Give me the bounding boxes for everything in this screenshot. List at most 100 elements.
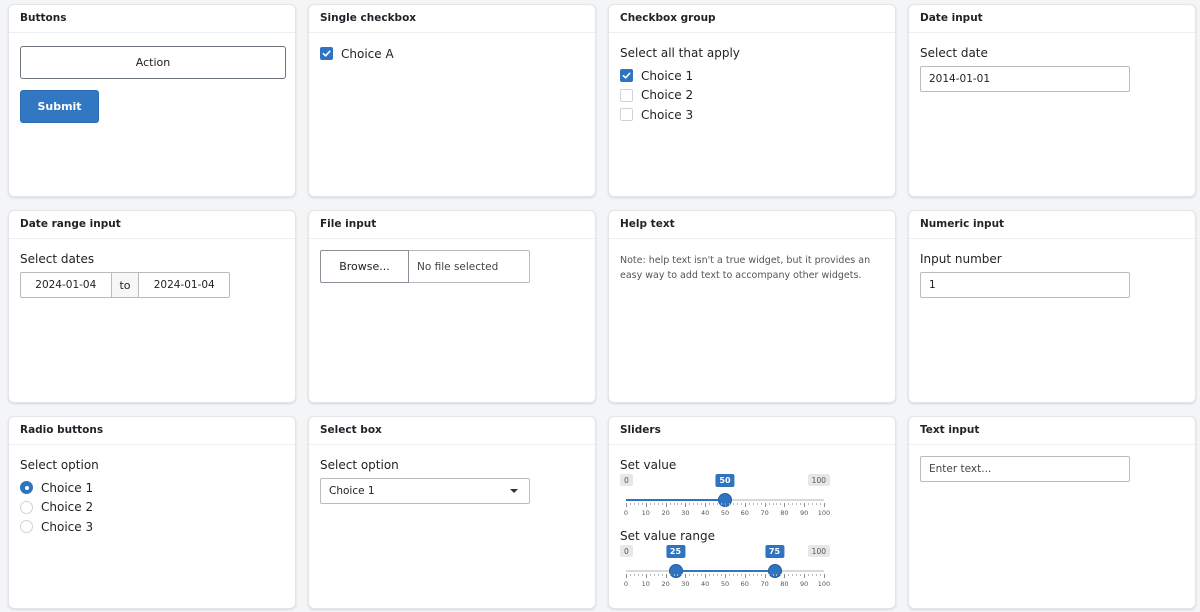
slider-tick [816,574,818,576]
slider-tick [653,574,655,576]
slider-tick [768,574,770,576]
checkbox-unchecked-icon[interactable] [620,88,633,102]
radio-choice-1-label: Choice 1 [41,480,94,495]
buttons-card-title: Buttons [9,5,295,33]
radio-choice-3-row[interactable]: Choice 3 [20,517,284,537]
browse-button[interactable]: Browse... [320,250,409,283]
select-box-card: Select box Select option Choice 1 [308,416,596,609]
slider-tick [697,503,699,505]
radio-group-label: Select option [20,458,99,472]
submit-button[interactable]: Submit [20,90,99,123]
slider-tick [792,574,794,576]
slider-fill [626,499,725,501]
slider-tick [732,574,734,576]
slider-tick [685,503,687,507]
start-date-field[interactable]: 2024-01-04 [20,272,112,298]
single-checkbox-card-title: Single checkbox [309,5,595,33]
slider-tick [776,574,778,576]
slider-tick [681,503,683,505]
number-field[interactable]: 1 [920,272,1130,298]
radio-choice-2-row[interactable]: Choice 2 [20,498,284,518]
checkbox-choice-3-row[interactable]: Choice 3 [620,105,884,125]
slider-tick [665,574,667,578]
slider-tick [768,503,770,505]
slider-tick [629,574,631,576]
slider-tick [661,503,663,505]
checkbox-choice-1-label: Choice 1 [641,68,694,83]
file-input-card: File input Browse... No file selected [308,210,596,403]
numeric-input-label: Input number [920,252,1002,266]
slider-tick [641,574,643,576]
slider-tick [669,503,671,505]
slider-tick [701,503,703,505]
slider-tick [728,503,730,505]
slider-tick [788,503,790,505]
slider-tick [788,574,790,576]
date-input-card-title: Date input [909,5,1195,33]
slider-tick [760,574,762,576]
slider-tick [685,574,687,578]
date-range-label: Select dates [20,252,95,266]
radio-selected-icon[interactable] [20,481,33,495]
slider-tick [657,574,659,576]
choice-a-checkbox-row[interactable]: Choice A [320,44,584,64]
checkbox-choice-2-row[interactable]: Choice 2 [620,86,884,106]
slider-tick [637,574,639,576]
slider-tick [784,503,786,507]
slider-tick [717,574,719,576]
checkbox-unchecked-icon[interactable] [620,108,633,122]
slider-tick [740,574,742,576]
slider-tick [772,574,774,576]
single-slider[interactable]: 0 100 50 0 10 20 30 40 50 60 70 80 90 100 [620,474,830,522]
text-input-field[interactable]: Enter text... [920,456,1130,482]
date-range-separator: to [111,272,139,298]
radio-unselected-icon[interactable] [20,520,33,534]
slider-tick [752,503,754,505]
slider-tick [748,503,750,505]
radio-choice-1-row[interactable]: Choice 1 [20,478,284,498]
range-slider[interactable]: 0 100 25 75 0 10 20 30 40 50 60 70 80 90 100 [620,545,830,593]
slider-tick [626,503,627,507]
slider-tick [728,574,730,576]
slider-high-bubble: 75 [764,545,785,558]
slider-tick [740,503,742,505]
slider-tick [637,503,639,505]
checkbox-choice-1-row[interactable]: Choice 1 [620,66,884,86]
end-date-field[interactable]: 2024-01-04 [138,272,230,298]
slider-tick [780,503,782,505]
action-button[interactable]: Action [20,46,286,79]
date-field[interactable]: 2014-01-01 [920,66,1130,92]
slider-tick [744,503,746,507]
date-range-field: 2024-01-04 to 2024-01-04 [20,272,230,298]
slider-tick [824,574,825,578]
chevron-down-icon [510,489,518,493]
slider-tick-label: 40 [701,580,710,588]
slider-value-bubble: 50 [715,474,735,487]
slider-tick [748,574,750,576]
help-text: Note: help text isn't a true widget, but… [620,255,871,281]
slider-tick [701,574,703,576]
select-box-label: Select option [320,458,399,472]
slider-tick-label: 100 [817,580,831,588]
slider-max-label: 100 [807,545,830,557]
slider-tick-label: 60 [740,509,749,517]
slider-tick-label: 30 [681,509,690,517]
range-slider-label: Set value range [620,529,716,543]
select-dropdown[interactable]: Choice 1 [320,478,530,504]
radio-unselected-icon[interactable] [20,500,33,514]
checkbox-checked-icon[interactable] [320,47,333,61]
slider-tick [669,574,671,576]
radio-buttons-card-title: Radio buttons [9,417,295,445]
slider-tick-label: 20 [661,580,670,588]
slider-tick-label: 0 [623,580,629,588]
slider-tick-label: 10 [641,509,650,517]
checkbox-checked-icon[interactable] [620,69,633,83]
slider-tick [709,574,711,576]
slider-tick [633,574,635,576]
slider-tick-label: 90 [800,580,809,588]
select-box-card-title: Select box [309,417,595,445]
slider-tick [760,503,762,505]
slider-tick [697,574,699,576]
file-input: Browse... No file selected [320,250,530,283]
slider-tick [725,574,726,578]
